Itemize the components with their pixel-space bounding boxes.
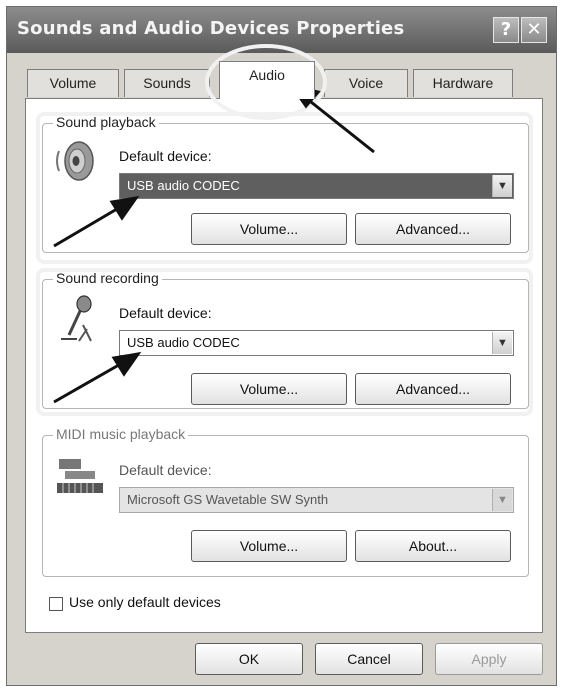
- tab-audio[interactable]: Audio: [219, 61, 315, 99]
- arrow-icon: [53, 195, 140, 248]
- annotation-arrows: [53, 83, 375, 404]
- arrow-icon: [53, 351, 142, 404]
